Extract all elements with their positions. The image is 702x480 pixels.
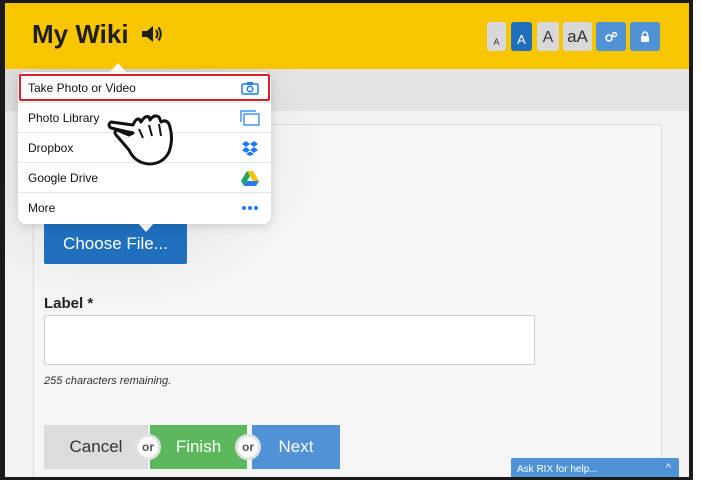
device-edge: [0, 0, 5, 480]
choose-file-button[interactable]: Choose File...: [44, 223, 187, 264]
lock-button[interactable]: [630, 22, 660, 51]
lock-icon: [641, 30, 649, 42]
google-drive-icon: [240, 169, 260, 187]
menu-item-take-photo[interactable]: Take Photo or Video: [18, 73, 271, 103]
menu-item-more[interactable]: More: [18, 193, 271, 223]
next-button[interactable]: Next: [252, 425, 340, 469]
action-buttons: Cancel Finish Next or or: [44, 425, 344, 469]
or-separator: or: [135, 434, 161, 460]
app-frame: My Wiki A A A aA Choose File... Label *: [0, 0, 702, 480]
settings-button[interactable]: [596, 22, 626, 51]
page-title: My Wiki: [32, 19, 129, 49]
ask-rix-label: Ask RIX for help...: [517, 463, 598, 475]
header-bar: My Wiki A A A aA: [5, 3, 689, 69]
pointing-hand-icon: [107, 114, 173, 166]
camera-icon: [240, 79, 260, 97]
device-edge: [0, 0, 693, 3]
photo-library-icon: [240, 109, 260, 127]
speaker-icon[interactable]: [140, 23, 164, 45]
cancel-button[interactable]: Cancel: [44, 425, 148, 469]
menu-item-label: Dropbox: [28, 140, 74, 155]
text-size-m-button[interactable]: A: [537, 22, 559, 51]
characters-remaining-text: 255 characters remaining.: [44, 375, 172, 387]
dropbox-icon: [240, 139, 260, 157]
finish-button[interactable]: Finish: [150, 425, 247, 469]
text-size-xs-button[interactable]: A: [487, 22, 506, 51]
or-separator: or: [235, 434, 261, 460]
menu-item-label: More: [28, 201, 56, 215]
label-field-label: Label *: [44, 295, 94, 312]
label-input[interactable]: [44, 315, 535, 365]
more-icon: [240, 199, 260, 217]
menu-item-label: Take Photo or Video: [28, 80, 136, 95]
device-edge: [689, 0, 702, 480]
menu-item-label: Google Drive: [28, 170, 99, 185]
text-size-s-button[interactable]: A: [511, 22, 532, 51]
text-size-l-button[interactable]: aA: [563, 22, 592, 51]
settings-icon: [605, 31, 618, 42]
menu-item-label: Photo Library: [28, 110, 100, 125]
chevron-up-icon: ^: [665, 462, 671, 474]
